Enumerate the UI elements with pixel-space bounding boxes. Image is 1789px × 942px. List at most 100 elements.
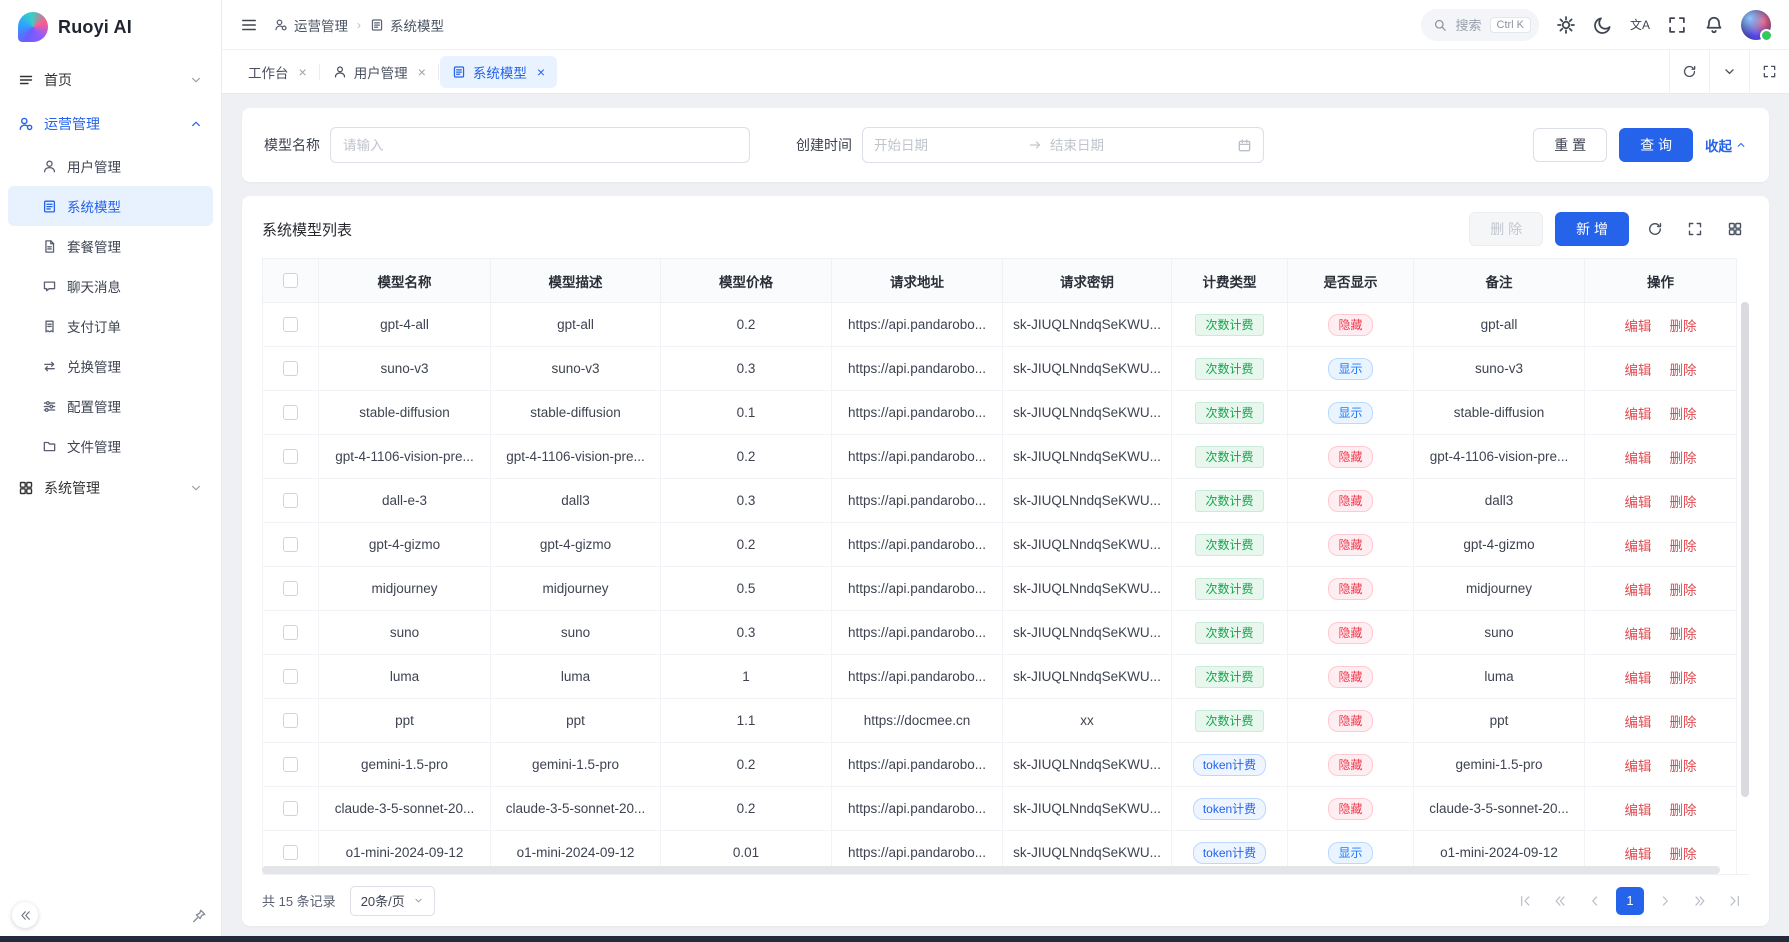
horizontal-scrollbar[interactable] (262, 866, 1735, 874)
delete-link[interactable]: 删除 (1670, 363, 1697, 378)
delete-link[interactable]: 删除 (1670, 803, 1697, 818)
translate-icon[interactable]: 文A (1630, 15, 1650, 35)
row-checkbox[interactable] (283, 449, 298, 464)
delete-link[interactable]: 删除 (1670, 407, 1697, 422)
breadcrumb-item-operations[interactable]: 运营管理 (274, 15, 348, 35)
delete-link[interactable]: 删除 (1670, 847, 1697, 862)
start-date-input[interactable] (874, 138, 1020, 153)
current-page-button[interactable]: 1 (1616, 887, 1644, 915)
reset-button[interactable]: 重 置 (1533, 128, 1607, 162)
breadcrumb-item-system-model[interactable]: 系统模型 (370, 15, 444, 35)
scrollbar-thumb[interactable] (262, 866, 1720, 874)
prev-page-button[interactable] (1581, 887, 1609, 915)
next-page-button[interactable] (1651, 887, 1679, 915)
delete-link[interactable]: 删除 (1670, 451, 1697, 466)
first-page-button[interactable] (1511, 887, 1539, 915)
delete-link[interactable]: 删除 (1670, 539, 1697, 554)
model-name-label: 模型名称 (264, 135, 320, 155)
row-checkbox[interactable] (283, 845, 298, 860)
edit-link[interactable]: 编辑 (1625, 407, 1652, 422)
row-checkbox[interactable] (283, 537, 298, 552)
delete-button[interactable]: 删 除 (1469, 212, 1543, 246)
row-checkbox[interactable] (283, 405, 298, 420)
edit-link[interactable]: 编辑 (1625, 671, 1652, 686)
edit-link[interactable]: 编辑 (1625, 495, 1652, 510)
hamburger-menu-icon[interactable] (240, 16, 258, 34)
edit-link[interactable]: 编辑 (1625, 715, 1652, 730)
edit-link[interactable]: 编辑 (1625, 319, 1652, 334)
select-all-checkbox[interactable] (283, 273, 298, 288)
settings-gear-icon[interactable] (1556, 15, 1576, 35)
close-icon[interactable]: × (418, 65, 426, 79)
sidebar-item-operations[interactable]: 运营管理 (8, 102, 213, 146)
tab-system-model[interactable]: 系统模型× (440, 56, 557, 88)
delete-link[interactable]: 删除 (1670, 759, 1697, 774)
delete-link[interactable]: 删除 (1670, 319, 1697, 334)
delete-link[interactable]: 删除 (1670, 627, 1697, 642)
delete-link[interactable]: 删除 (1670, 495, 1697, 510)
row-checkbox[interactable] (283, 625, 298, 640)
edit-link[interactable]: 编辑 (1625, 627, 1652, 642)
sidebar-item-chat-messages[interactable]: 聊天消息 (8, 266, 213, 306)
page-size-select[interactable]: 20条/页 (350, 886, 435, 916)
close-icon[interactable]: × (299, 65, 307, 79)
sidebar-item-package-management[interactable]: 套餐管理 (8, 226, 213, 266)
delete-link[interactable]: 删除 (1670, 671, 1697, 686)
date-range-picker[interactable] (862, 127, 1264, 163)
content-fullscreen-button[interactable] (1749, 50, 1789, 93)
collapse-filter-link[interactable]: 收起 (1705, 135, 1747, 155)
model-name-input[interactable] (330, 127, 750, 163)
sidebar-item-file-management[interactable]: 文件管理 (8, 426, 213, 466)
delete-link[interactable]: 删除 (1670, 715, 1697, 730)
sidebar-item-home[interactable]: 首页 (8, 58, 213, 102)
row-checkbox[interactable] (283, 713, 298, 728)
sidebar-item-payment-orders[interactable]: 支付订单 (8, 306, 213, 346)
tab-user-management[interactable]: 用户管理× (321, 56, 438, 88)
sidebar-item-user-management[interactable]: 用户管理 (8, 146, 213, 186)
edit-link[interactable]: 编辑 (1625, 759, 1652, 774)
add-button[interactable]: 新 增 (1555, 212, 1629, 246)
scrollbar-thumb[interactable] (1741, 302, 1749, 797)
edit-link[interactable]: 编辑 (1625, 539, 1652, 554)
last-page-button[interactable] (1721, 887, 1749, 915)
back-pages-button[interactable] (1546, 887, 1574, 915)
tab-menu-button[interactable] (1709, 50, 1749, 93)
sidebar-item-exchange-management[interactable]: 兑换管理 (8, 346, 213, 386)
global-search[interactable]: 搜索 Ctrl K (1421, 9, 1539, 41)
row-checkbox[interactable] (283, 361, 298, 376)
edit-link[interactable]: 编辑 (1625, 363, 1652, 378)
edit-link[interactable]: 编辑 (1625, 451, 1652, 466)
sidebar-collapse-button[interactable] (12, 902, 38, 928)
pin-icon[interactable] (191, 908, 207, 924)
table-refresh-button[interactable] (1641, 215, 1669, 243)
edit-link[interactable]: 编辑 (1625, 847, 1652, 862)
sidebar-item-system-model[interactable]: 系统模型 (8, 186, 213, 226)
close-icon[interactable]: × (537, 65, 545, 79)
dark-mode-moon-icon[interactable] (1593, 15, 1613, 35)
sidebar-item-system[interactable]: 系统管理 (8, 466, 213, 510)
edit-link[interactable]: 编辑 (1625, 583, 1652, 598)
end-date-input[interactable] (1050, 138, 1196, 153)
row-checkbox[interactable] (283, 669, 298, 684)
tab-workbench[interactable]: 工作台× (236, 56, 319, 88)
tab-refresh-button[interactable] (1669, 50, 1709, 93)
column-settings-button[interactable] (1721, 215, 1749, 243)
row-checkbox[interactable] (283, 317, 298, 332)
row-checkbox[interactable] (283, 493, 298, 508)
row-checkbox[interactable] (283, 801, 298, 816)
forward-pages-button[interactable] (1686, 887, 1714, 915)
vertical-scrollbar[interactable] (1741, 302, 1749, 864)
row-checkbox[interactable] (283, 757, 298, 772)
notifications-bell-icon[interactable] (1704, 15, 1724, 35)
logo[interactable]: Ruoyi AI (0, 0, 221, 54)
cell-request-key: sk-JIUQLNndqSeKWU... (1003, 391, 1172, 435)
table-fullscreen-button[interactable] (1681, 215, 1709, 243)
sidebar-item-config-management[interactable]: 配置管理 (8, 386, 213, 426)
search-button[interactable]: 查 询 (1619, 128, 1693, 162)
user-avatar[interactable] (1741, 10, 1771, 40)
delete-link[interactable]: 删除 (1670, 583, 1697, 598)
user-icon (42, 159, 57, 174)
fullscreen-icon[interactable] (1667, 15, 1687, 35)
row-checkbox[interactable] (283, 581, 298, 596)
edit-link[interactable]: 编辑 (1625, 803, 1652, 818)
